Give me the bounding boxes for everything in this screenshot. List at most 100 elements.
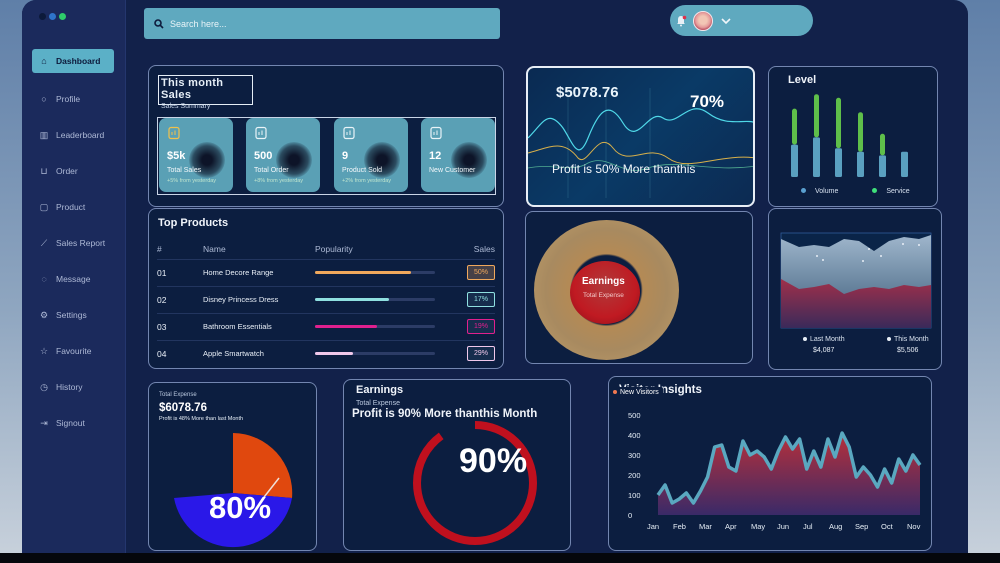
stat-card[interactable]: $5k Total Sales +5% from yesterday	[159, 118, 233, 192]
stat-value: $5k	[167, 150, 186, 162]
sidebar-item-label: Dashboard	[56, 56, 101, 66]
legend-label: Volume	[815, 188, 839, 195]
avatar[interactable]	[693, 10, 713, 31]
popularity-bar	[315, 271, 435, 274]
legend-item: Service	[872, 188, 910, 195]
legend-label: This Month	[894, 336, 929, 343]
sidebar-item-settings[interactable]: ⚙ Settings	[32, 303, 114, 327]
sidebar-item-label: Sales Report	[56, 238, 106, 248]
last-month-value: $4,087	[813, 347, 835, 354]
service-bar	[858, 112, 863, 152]
sidebar-item-sales-report[interactable]: ⟋ Sales Report	[32, 231, 114, 255]
stat-label: Total Sales	[167, 167, 202, 174]
search-icon	[154, 18, 164, 29]
profit-text: Profit is 50% More thanthis	[552, 162, 696, 176]
legend-item: Volume	[801, 188, 838, 195]
volume-bar	[835, 148, 842, 177]
sidebar-item-product[interactable]: ▢ Product	[32, 195, 114, 219]
sidebar: ⌂ Dashboard ○ Profile ▥ Leaderboard ⊔ Order ▢ Pro…	[22, 0, 126, 563]
sidebar-item-label: Signout	[56, 418, 85, 428]
x-tick-label: Jul	[803, 522, 813, 531]
stat-value: 500	[254, 150, 273, 162]
y-tick-label: 300	[628, 451, 641, 460]
star-icon: ☆	[39, 345, 49, 356]
sidebar-item-order[interactable]: ⊔ Order	[32, 159, 114, 183]
popularity-cell	[315, 258, 455, 286]
notification-bell-icon[interactable]	[675, 15, 687, 27]
line-chart-icon: ⟋	[40, 237, 48, 248]
last-month-label: Last Month	[803, 336, 845, 343]
bag-icon: ▢	[39, 201, 49, 212]
search-input[interactable]	[170, 18, 470, 29]
sidebar-item-favourite[interactable]: ☆ Favourite	[32, 339, 114, 363]
x-tick-label: Feb	[673, 522, 686, 531]
window-dot[interactable]	[39, 13, 46, 20]
legend-dot-icon	[872, 188, 878, 193]
volume-bar	[791, 144, 798, 177]
column-header: Sales	[473, 243, 495, 254]
stat-card[interactable]: 9 Product Sold +2% from yesterday	[334, 118, 408, 192]
table-row[interactable]: 03 Bathroom Essentials 19%	[157, 312, 495, 340]
x-tick-label: Sep	[855, 522, 868, 531]
level-legend: Volume Service	[801, 188, 910, 195]
window-dot[interactable]	[49, 13, 56, 20]
earnings-donut-card: Earnings Total Expense	[525, 211, 753, 364]
gauge-ring	[413, 421, 537, 545]
popularity-bar	[315, 352, 435, 356]
user-menu[interactable]	[670, 5, 813, 36]
stat-card[interactable]: 12 New Customer	[421, 118, 495, 192]
y-tick-label: 500	[628, 411, 641, 420]
column-header: Popularity	[315, 243, 353, 254]
expense-percent: 80%	[209, 490, 272, 525]
popularity-cell	[315, 339, 455, 367]
sales-cell: 17%	[455, 285, 495, 313]
x-tick-label: May	[751, 522, 765, 531]
products-table: # Name Popularity Sales 01 Home Decore Range…	[157, 239, 495, 367]
visitor-insights-card: Visitor Insights New Visitors 0100200300…	[608, 376, 932, 551]
level-card: Level Volume Service	[768, 66, 938, 207]
sales-summary-card: This month Sales Sales Summary $5k Total …	[148, 65, 504, 207]
column-header: #	[157, 243, 162, 254]
sidebar-item-profile[interactable]: ○ Profile	[32, 87, 114, 111]
legend-dot-icon	[801, 188, 806, 193]
earnings-gauge-card: Earnings Total Expense Profit is 90% Mor…	[343, 379, 571, 551]
table-row[interactable]: 04 Apple Smartwatch 29%	[157, 339, 495, 367]
this-month-value: $5,506	[897, 347, 919, 354]
window-dot[interactable]	[59, 13, 66, 20]
chevron-down-icon[interactable]	[721, 17, 731, 25]
donut-title: Earnings	[582, 276, 625, 287]
service-bar	[792, 108, 797, 145]
x-tick-label: Jun	[777, 522, 789, 531]
table-row[interactable]: 01 Home Decore Range 50%	[157, 258, 495, 286]
sidebar-item-leaderboard[interactable]: ▥ Leaderboard	[32, 123, 114, 147]
taskbar	[0, 553, 1000, 563]
y-tick-label: 100	[628, 491, 641, 500]
section-subtitle: Sales Summary	[161, 103, 211, 110]
sidebar-item-label: Profile	[56, 94, 81, 104]
level-bars	[791, 94, 908, 177]
shopping-bag-icon	[343, 126, 355, 140]
history-icon: ◷	[40, 381, 48, 392]
gauge-percent: 90%	[459, 442, 528, 480]
sidebar-item-signout[interactable]: ⇥ Signout	[32, 411, 114, 435]
sidebar-item-label: Leaderboard	[56, 130, 105, 140]
y-tick-label: 200	[628, 471, 641, 480]
sidebar-item-message[interactable]: ◌ Message	[32, 267, 114, 291]
popularity-cell	[315, 312, 455, 340]
stat-card[interactable]: 500 Total Order +8% from yesterday	[246, 118, 320, 192]
sales-badge: 17%	[467, 292, 495, 307]
table-row[interactable]: 02 Disney Princess Dress 17%	[157, 285, 495, 313]
sidebar-item-dashboard[interactable]: ⌂ Dashboard	[32, 49, 114, 73]
search-bar[interactable]	[144, 8, 500, 39]
column-header: Name	[203, 243, 226, 254]
x-tick-label: Jan	[647, 522, 659, 531]
x-tick-label: Aug	[829, 522, 842, 531]
monthly-compare-card: Last Month $4,087 This Month $5,506	[768, 208, 942, 370]
x-tick-label: Oct	[881, 522, 894, 531]
stat-change: +5% from yesterday	[167, 178, 217, 184]
add-user-icon	[430, 126, 442, 140]
sidebar-item-label: Settings	[56, 310, 87, 320]
volume-bar	[857, 151, 864, 177]
sidebar-item-history[interactable]: ◷ History	[32, 375, 114, 399]
row-number: 04	[157, 339, 203, 367]
